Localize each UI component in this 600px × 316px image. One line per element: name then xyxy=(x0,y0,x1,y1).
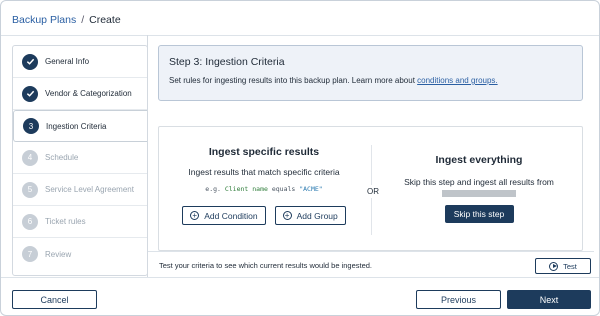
example-field: Client name xyxy=(224,185,268,193)
conditions-groups-link[interactable]: conditions and groups. xyxy=(417,76,498,85)
add-condition-button[interactable]: + Add Condition xyxy=(182,206,266,225)
criteria-options-card: Ingest specific results Ingest results t… xyxy=(158,126,583,251)
step-description-text: Set rules for ingesting results into thi… xyxy=(169,76,418,85)
step-info-box: Step 3: Ingestion Criteria Set rules for… xyxy=(158,45,583,101)
ingest-specific-subtitle: Ingest results that match specific crite… xyxy=(188,167,340,177)
play-circle-icon xyxy=(549,261,559,271)
step-number: 5 xyxy=(22,181,38,198)
cancel-button[interactable]: Cancel xyxy=(12,290,97,309)
check-icon xyxy=(22,85,38,102)
criteria-example: e.g. Client name equals "ACME" xyxy=(159,185,369,193)
create-backup-plan-window: Backup Plans / Create General Info Vendo… xyxy=(0,0,600,316)
ingest-everything-subtitle: Skip this step and ingest all results fr… xyxy=(404,177,554,187)
test-button-label: Test xyxy=(563,261,577,271)
ingest-everything-heading: Ingest everything xyxy=(435,154,523,166)
test-button[interactable]: Test xyxy=(535,258,591,274)
ingest-everything-section: Ingest everything Skip this step and ing… xyxy=(374,127,584,250)
example-value: "ACME" xyxy=(299,185,323,193)
plus-circle-icon: + xyxy=(282,211,292,220)
step-ticket-rules[interactable]: 6 Ticket rules xyxy=(13,206,147,238)
step-schedule[interactable]: 4 Schedule xyxy=(13,142,147,174)
ingest-specific-heading: Ingest specific results xyxy=(208,146,320,158)
step-description: Set rules for ingesting results into thi… xyxy=(169,76,572,85)
step-service-level-agreement[interactable]: 5 Service Level Agreement xyxy=(13,174,147,206)
step-label: Review xyxy=(45,249,72,259)
plus-circle-icon: + xyxy=(190,211,200,220)
step-label: Service Level Agreement xyxy=(45,185,134,194)
redacted-source-name xyxy=(442,190,516,197)
example-operator: equals xyxy=(271,185,296,193)
test-message: Test your criteria to see which current … xyxy=(159,261,373,270)
step-label: Vendor & Categorization xyxy=(45,89,132,98)
step-number: 7 xyxy=(22,246,38,262)
step-review[interactable]: 7 Review xyxy=(13,238,147,270)
test-bar: Test your criteria to see which current … xyxy=(148,251,594,277)
breadcrumb-backup-plans-link[interactable]: Backup Plans xyxy=(12,14,76,26)
step-ingestion-criteria[interactable]: 3 Ingestion Criteria xyxy=(13,110,147,142)
step-label: General Info xyxy=(45,57,90,66)
breadcrumb-separator: / xyxy=(81,14,85,26)
step-label: Schedule xyxy=(45,153,79,162)
wizard-footer: Cancel Previous Next xyxy=(1,277,599,315)
breadcrumb: Backup Plans / Create xyxy=(12,14,121,26)
step-number: 3 xyxy=(23,118,39,134)
step-number: 4 xyxy=(22,149,38,166)
skip-this-step-button[interactable]: Skip this step xyxy=(444,205,514,223)
add-condition-label: Add Condition xyxy=(204,210,258,221)
step-label: Ingestion Criteria xyxy=(46,121,107,131)
step-label: Ticket rules xyxy=(45,217,86,226)
check-icon xyxy=(22,53,38,70)
next-button[interactable]: Next xyxy=(507,290,591,309)
add-group-label: Add Group xyxy=(296,210,338,221)
ingest-specific-section: Ingest specific results Ingest results t… xyxy=(159,127,369,250)
main-panel: Step 3: Ingestion Criteria Set rules for… xyxy=(147,35,594,277)
step-title: Step 3: Ingestion Criteria xyxy=(169,56,285,68)
step-general-info[interactable]: General Info xyxy=(13,46,147,78)
add-buttons-row: + Add Condition + Add Group xyxy=(159,206,369,225)
breadcrumb-current: Create xyxy=(89,14,121,26)
steps-sidebar: General Info Vendor & Categorization 3 I… xyxy=(12,45,148,276)
previous-button[interactable]: Previous xyxy=(416,290,501,309)
step-number: 6 xyxy=(22,213,38,230)
step-vendor-categorization[interactable]: Vendor & Categorization xyxy=(13,78,147,110)
example-prefix: e.g. xyxy=(205,185,221,193)
add-group-button[interactable]: + Add Group xyxy=(274,206,346,225)
